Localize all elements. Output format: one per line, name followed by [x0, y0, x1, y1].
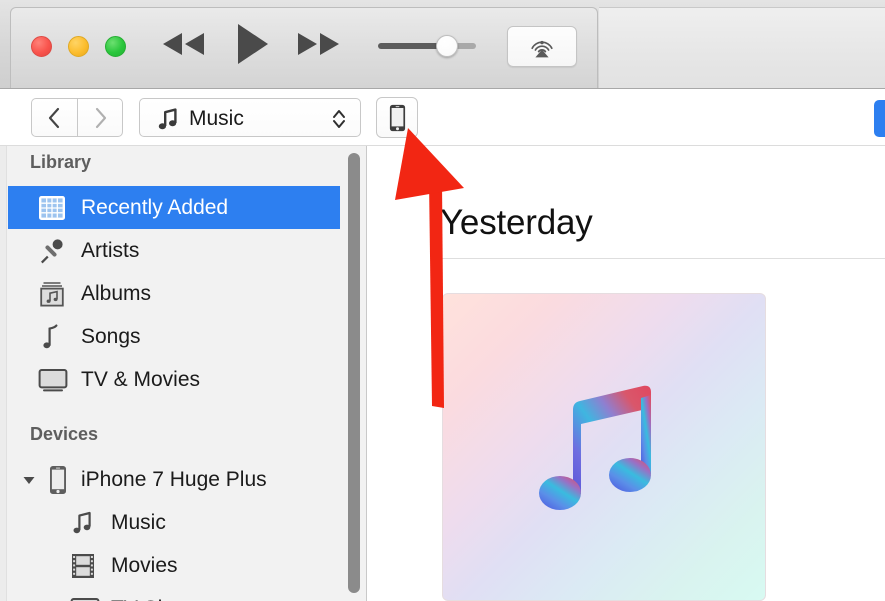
sidebar-item-tv-and-movies[interactable]: TV & Movies: [8, 358, 340, 401]
close-button[interactable]: [31, 36, 52, 57]
navigation-bar: [0, 89, 885, 146]
minimize-button[interactable]: [68, 36, 89, 57]
sidebar-item-device-tv-shows[interactable]: TV Shows: [8, 587, 340, 601]
sidebar-item-artists[interactable]: Artists: [8, 229, 340, 272]
sidebar-item-label: Movies: [111, 553, 178, 577]
sidebar-item-label: Albums: [81, 281, 152, 305]
film-icon: [70, 552, 96, 580]
sidebar-item-label: Songs: [81, 324, 141, 348]
chevron-up-down-icon: [332, 109, 346, 134]
chevron-right-icon: [95, 107, 106, 128]
chevron-left-icon: [48, 107, 60, 128]
volume-knob[interactable]: [436, 35, 458, 57]
tv-icon: [70, 596, 100, 601]
music-note-icon: [157, 107, 179, 136]
music-note-icon: [38, 323, 66, 351]
sidebar-scrollbar-thumb[interactable]: [348, 153, 360, 593]
grid-icon: [38, 195, 66, 221]
apple-music-note-icon: [529, 362, 679, 532]
zoom-button[interactable]: [105, 36, 126, 57]
album-icon: [38, 280, 66, 308]
page-title: Yesterday: [440, 203, 593, 242]
airplay-icon: [531, 40, 553, 57]
fast-forward-button[interactable]: [292, 28, 344, 60]
sidebar-section-library-header: Library: [30, 152, 92, 172]
sidebar-item-label: Music: [111, 510, 166, 534]
microphone-icon: [38, 237, 66, 265]
iphone-icon: [389, 104, 405, 131]
sidebar-left-edge: [0, 146, 7, 601]
window-controls: [31, 36, 126, 57]
sidebar-item-recently-added[interactable]: Recently Added: [8, 186, 340, 229]
sidebar-item-label: TV Shows: [111, 597, 207, 601]
sidebar-item-device-movies[interactable]: Movies: [8, 544, 340, 587]
itunes-window: Music Library Recently Added Artists Alb…: [0, 0, 885, 601]
back-button[interactable]: [31, 98, 77, 137]
sidebar-item-label: Recently Added: [81, 195, 229, 219]
sidebar-item-label: Artists: [81, 238, 140, 262]
iphone-icon: [49, 465, 67, 495]
media-kind-label: Music: [189, 107, 244, 130]
sidebar-item-songs[interactable]: Songs: [8, 315, 340, 358]
forward-button[interactable]: [77, 98, 123, 137]
sidebar-scrollbar[interactable]: [346, 150, 361, 598]
airplay-button[interactable]: [507, 26, 577, 67]
sidebar-item-iphone-7-huge-plus[interactable]: iPhone 7 Huge Plus: [8, 458, 340, 501]
disclosure-triangle-icon[interactable]: [22, 473, 36, 487]
sidebar-item-label: TV & Movies: [81, 367, 201, 391]
rewind-button[interactable]: [158, 28, 210, 60]
sidebar-item-device-music[interactable]: Music: [8, 501, 340, 544]
device-button[interactable]: [376, 97, 418, 138]
content-divider: [440, 258, 885, 259]
album-artwork[interactable]: [442, 293, 766, 601]
titlebar-right-pane: [599, 7, 885, 88]
music-note-icon: [70, 510, 96, 536]
volume-slider[interactable]: [378, 35, 476, 57]
sidebar-section-devices-header: Devices: [30, 424, 99, 444]
sidebar-item-albums[interactable]: Albums: [8, 272, 340, 315]
play-button[interactable]: [228, 20, 276, 68]
media-kind-select[interactable]: Music: [139, 98, 361, 137]
apple-music-button[interactable]: [874, 100, 885, 137]
tv-icon: [38, 367, 68, 393]
sidebar-item-label: iPhone 7 Huge Plus: [81, 467, 267, 491]
